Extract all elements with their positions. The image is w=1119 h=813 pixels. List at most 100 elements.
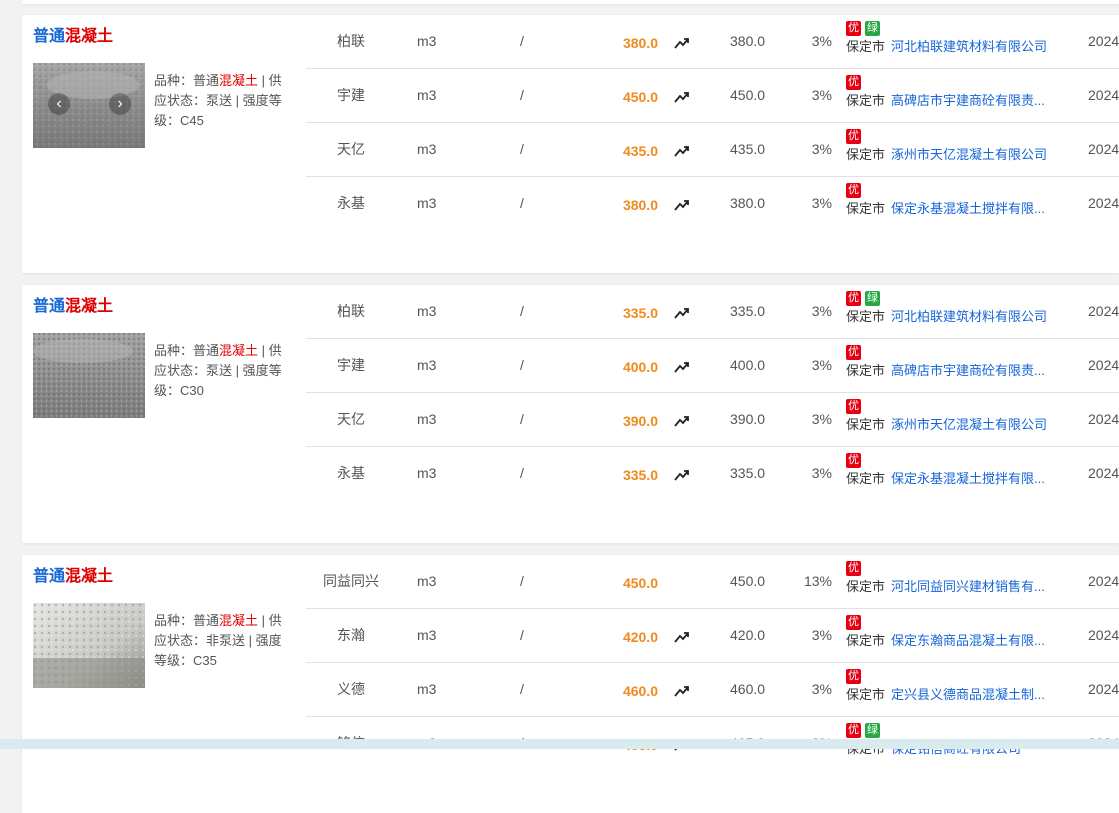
date-cell: 2024 bbox=[1088, 357, 1119, 373]
date-cell: 2024 bbox=[1088, 141, 1119, 157]
price-cell: 460.0 bbox=[622, 683, 658, 699]
brand-cell: 宇建 bbox=[337, 357, 365, 373]
product-image[interactable] bbox=[33, 603, 145, 688]
table-row: 宇建 m3 / 400.0 400.0 3% 优 保定市 高碑店市宇建商砼有限责… bbox=[306, 339, 1119, 393]
price-cell: 390.0 bbox=[622, 413, 658, 429]
price-cell: 335.0 bbox=[622, 467, 658, 483]
unit-cell: m3 bbox=[417, 465, 437, 481]
spec-cell: / bbox=[520, 141, 524, 157]
brand-cell: 东瀚 bbox=[337, 627, 365, 643]
trend-up-icon bbox=[674, 308, 689, 319]
supplier-link[interactable]: 高碑店市宇建商砼有限责... bbox=[891, 360, 1045, 379]
supplier-link[interactable]: 涿州市天亿混凝土有限公司 bbox=[891, 414, 1047, 433]
tax-rate-cell: 13% bbox=[803, 573, 832, 589]
carousel-next-button[interactable]: › bbox=[109, 93, 131, 115]
brand-cell: 同益同兴 bbox=[323, 573, 379, 589]
product-image[interactable] bbox=[33, 333, 145, 418]
supplier-link[interactable]: 定兴县义德商品混凝土制... bbox=[891, 684, 1045, 703]
date-cell: 2024 bbox=[1088, 87, 1119, 103]
spec-cell: / bbox=[520, 87, 524, 103]
product-title[interactable]: 普通混凝土 bbox=[33, 22, 113, 46]
unit-cell: m3 bbox=[417, 33, 437, 49]
supplier-link[interactable]: 涿州市天亿混凝土有限公司 bbox=[891, 144, 1047, 163]
spec-cell: / bbox=[520, 465, 524, 481]
supplier-link[interactable]: 高碑店市宇建商砼有限责... bbox=[891, 90, 1045, 109]
tax-rate-cell: 3% bbox=[811, 627, 832, 643]
tax-rate-cell: 3% bbox=[811, 465, 832, 481]
table-row: 义德 m3 / 460.0 460.0 3% 优 保定市 定兴县义德商品混凝土制… bbox=[306, 663, 1119, 717]
preferred-badge: 优 bbox=[846, 21, 861, 36]
unit-cell: m3 bbox=[417, 303, 437, 319]
table-row: 同益同兴 m3 / 450.0 450.0 13% 优 保定市 河北同益同兴建材… bbox=[306, 555, 1119, 609]
supplier-city: 保定市 bbox=[846, 147, 886, 162]
prev-price-cell: 450.0 bbox=[730, 87, 766, 103]
bottom-overlay-bar bbox=[0, 739, 1119, 749]
trend-up-icon bbox=[674, 686, 689, 697]
product-title[interactable]: 普通混凝土 bbox=[33, 292, 113, 316]
date-cell: 2024 bbox=[1088, 411, 1119, 427]
tax-rate-cell: 3% bbox=[811, 411, 832, 427]
table-row: 天亿 m3 / 390.0 390.0 3% 优 保定市 涿州市天亿混凝土有限公… bbox=[306, 393, 1119, 447]
unit-cell: m3 bbox=[417, 195, 437, 211]
product-image-carousel[interactable]: ‹ › bbox=[33, 63, 145, 148]
trend-up-icon bbox=[674, 146, 689, 157]
table-row: 宇建 m3 / 450.0 450.0 3% 优 保定市 高碑店市宇建商砼有限责… bbox=[306, 69, 1119, 123]
brand-cell: 柏联 bbox=[337, 303, 365, 319]
tax-rate-cell: 3% bbox=[811, 33, 832, 49]
unit-cell: m3 bbox=[417, 681, 437, 697]
prev-price-cell: 400.0 bbox=[730, 357, 766, 373]
prev-price-cell: 450.0 bbox=[730, 573, 766, 589]
supplier-city: 保定市 bbox=[846, 633, 886, 648]
supplier-link[interactable]: 保定永基混凝土搅拌有限... bbox=[891, 198, 1045, 217]
spec-cell: / bbox=[520, 303, 524, 319]
concrete-photo bbox=[33, 603, 145, 688]
prev-price-cell: 335.0 bbox=[730, 465, 766, 481]
prev-price-cell: 420.0 bbox=[730, 627, 766, 643]
supplier-link[interactable]: 河北同益同兴建材销售有... bbox=[891, 576, 1045, 595]
prev-price-cell: 460.0 bbox=[730, 681, 766, 697]
brand-cell: 义德 bbox=[337, 681, 365, 697]
trend-up-icon bbox=[674, 200, 689, 211]
green-badge: 绿 bbox=[865, 723, 880, 738]
price-cell: 450.0 bbox=[622, 575, 658, 591]
spec-cell: / bbox=[520, 33, 524, 49]
unit-cell: m3 bbox=[417, 87, 437, 103]
supplier-city: 保定市 bbox=[846, 471, 886, 486]
tax-rate-cell: 3% bbox=[811, 681, 832, 697]
brand-cell: 宇建 bbox=[337, 87, 365, 103]
spec-cell: / bbox=[520, 573, 524, 589]
supplier-price-table: 柏联 m3 / 380.0 380.0 3% 优绿 保定市 河北柏联建筑材料有限… bbox=[306, 15, 1119, 230]
supplier-link[interactable]: 保定东瀚商品混凝土有限... bbox=[891, 630, 1045, 649]
trend-up-icon bbox=[674, 38, 689, 49]
brand-cell: 永基 bbox=[337, 465, 365, 481]
preferred-badge: 优 bbox=[846, 129, 861, 144]
preferred-badge: 优 bbox=[846, 183, 861, 198]
spec-cell: / bbox=[520, 681, 524, 697]
prev-price-cell: 435.0 bbox=[730, 141, 766, 157]
product-title[interactable]: 普通混凝土 bbox=[33, 562, 113, 586]
date-cell: 2024 bbox=[1088, 33, 1119, 49]
price-cell: 335.0 bbox=[622, 305, 658, 321]
supplier-link[interactable]: 河北柏联建筑材料有限公司 bbox=[891, 306, 1047, 325]
supplier-city: 保定市 bbox=[846, 93, 886, 108]
product-spec: 品种：普通混凝土 | 供应状态：非泵送 | 强度等级：C35 bbox=[154, 613, 282, 668]
trend-up-icon bbox=[674, 416, 689, 427]
table-row: 永基 m3 / 335.0 335.0 3% 优 保定市 保定永基混凝土搅拌有限… bbox=[306, 447, 1119, 500]
table-row: 永基 m3 / 380.0 380.0 3% 优 保定市 保定永基混凝土搅拌有限… bbox=[306, 177, 1119, 230]
supplier-link[interactable]: 保定永基混凝土搅拌有限... bbox=[891, 468, 1045, 487]
product-spec: 品种：普通混凝土 | 供应状态：泵送 | 强度等级：C45 bbox=[154, 73, 282, 128]
unit-cell: m3 bbox=[417, 411, 437, 427]
table-row: 天亿 m3 / 435.0 435.0 3% 优 保定市 涿州市天亿混凝土有限公… bbox=[306, 123, 1119, 177]
spec-cell: / bbox=[520, 357, 524, 373]
supplier-price-table: 柏联 m3 / 335.0 335.0 3% 优绿 保定市 河北柏联建筑材料有限… bbox=[306, 285, 1119, 500]
chevron-right-icon: › bbox=[117, 95, 123, 112]
spec-cell: / bbox=[520, 411, 524, 427]
tax-rate-cell: 3% bbox=[811, 141, 832, 157]
tax-rate-cell: 3% bbox=[811, 87, 832, 103]
price-cell: 380.0 bbox=[622, 197, 658, 213]
supplier-link[interactable]: 河北柏联建筑材料有限公司 bbox=[891, 36, 1047, 55]
brand-cell: 天亿 bbox=[337, 141, 365, 157]
product-card: 普通混凝土 品种：普通混凝土 | 供应状态：非泵送 | 强度等级：C35 同益同… bbox=[22, 555, 1119, 813]
carousel-prev-button[interactable]: ‹ bbox=[48, 93, 70, 115]
table-row: 柏联 m3 / 380.0 380.0 3% 优绿 保定市 河北柏联建筑材料有限… bbox=[306, 15, 1119, 69]
